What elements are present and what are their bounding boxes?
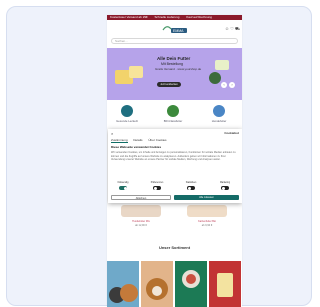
leaf-icon xyxy=(167,105,179,117)
cookie-title: Diese Webseite verwendet Cookies xyxy=(111,145,162,149)
category-treats[interactable]: Gesunde Leckerli xyxy=(107,105,147,123)
dog-cat-tile[interactable] xyxy=(107,261,139,307)
product-card[interactable]: Hundefutter Mix ab 12,90 € xyxy=(111,203,171,237)
search-placeholder: Suchen... xyxy=(115,39,128,43)
toggle-switch[interactable] xyxy=(221,186,229,190)
product-image xyxy=(187,205,227,217)
toggle-label: Statistiken xyxy=(185,182,197,184)
cart-icon[interactable]: ⛟ xyxy=(235,26,240,31)
banner-item: Kauf auf Rechnung xyxy=(186,15,212,19)
toggle-label: Präferenzen xyxy=(150,182,164,184)
hero-subtitle: Mit Bestellung xyxy=(161,62,183,66)
toggle-label: Notwendig xyxy=(117,182,129,184)
hero-title: Alle Dein Futter xyxy=(157,56,191,61)
cookie-consent-dialog: × Cookiebot Zustimmung Details Über Cook… xyxy=(108,129,242,203)
bowl-icon xyxy=(213,105,225,117)
hero-cta-button[interactable]: Jetzt entdecken xyxy=(157,82,181,87)
search-input[interactable]: Suchen... xyxy=(111,38,238,44)
banner-item: Kostenloser Versand ab 29€ xyxy=(110,15,148,19)
toggle-necessary[interactable]: Notwendig xyxy=(111,182,135,190)
tab-about[interactable]: Über Cookies xyxy=(148,138,166,142)
product-card[interactable]: Katzenfutter Bio ab 9,90 € xyxy=(177,203,237,237)
header-icons: ☺ ♡ ⛟ xyxy=(225,26,240,32)
header: EMMA ☺ ♡ ⛟ xyxy=(107,21,242,37)
toggle-marketing[interactable]: Marketing xyxy=(213,182,237,190)
logo-text: EMMA xyxy=(173,29,184,33)
category-label: Hundefutter xyxy=(211,119,227,123)
preview-frame: Kostenloser Versand ab 29€ Schnelle Lief… xyxy=(6,6,312,307)
mobile-page: Kostenloser Versand ab 29€ Schnelle Lief… xyxy=(107,15,242,307)
product-price: ab 9,90 € xyxy=(201,224,213,227)
toggle-statistics[interactable]: Statistiken xyxy=(179,182,203,190)
cookie-body: Wir verwenden Cookies, um Inhalte und An… xyxy=(111,151,236,162)
category-row: Gesunde Leckerli BIO-Nassfutter Hundefut… xyxy=(107,105,242,127)
hero-prev-button[interactable]: ‹ xyxy=(221,82,227,88)
toggle-preferences[interactable]: Präferenzen xyxy=(145,182,169,190)
heart-icon[interactable]: ♡ xyxy=(230,26,234,31)
category-label: BIO-Nassfutter xyxy=(163,119,183,123)
tab-consent[interactable]: Zustimmung xyxy=(111,138,128,143)
category-label: Gesunde Leckerli xyxy=(116,119,138,123)
toggle-switch[interactable] xyxy=(187,186,195,190)
section-title: Unser Sortiment xyxy=(158,245,191,250)
user-icon[interactable]: ☺ xyxy=(225,26,229,31)
tab-details[interactable]: Details xyxy=(133,138,142,142)
logo[interactable]: EMMA xyxy=(159,23,189,35)
toggle-switch[interactable] xyxy=(153,186,161,190)
tile-grid xyxy=(107,261,242,307)
treat-icon xyxy=(121,105,133,117)
banner-item: Schnelle Lieferung xyxy=(154,15,180,19)
dog-tile[interactable] xyxy=(141,261,173,307)
cookie-brand: Cookiebot xyxy=(224,131,239,135)
product-price: ab 12,90 € xyxy=(135,224,147,227)
deny-button[interactable]: Ablehnen xyxy=(111,195,171,200)
category-bio[interactable]: BIO-Nassfutter xyxy=(153,105,193,123)
product-name: Hundefutter Mix xyxy=(132,220,150,223)
cookie-toggles: Notwendig Präferenzen Statistiken Market… xyxy=(111,182,239,192)
hero-banner[interactable]: Alle Dein Futter Mit Bestellung Gratis V… xyxy=(107,48,242,100)
hero-detail: Gratis Versand · www.yourshop.de xyxy=(155,67,202,71)
toggle-label: Marketing xyxy=(219,182,231,184)
category-dogfood[interactable]: Hundefutter xyxy=(199,105,239,123)
product-image xyxy=(121,205,161,217)
toggle-switch[interactable] xyxy=(119,186,127,190)
food-bowl-tile[interactable] xyxy=(175,261,207,307)
hero-product-image xyxy=(115,66,143,84)
hero-next-button[interactable]: › xyxy=(229,82,235,88)
product-row: Hundefutter Mix ab 12,90 € Katzenfutter … xyxy=(107,203,242,237)
top-banner: Kostenloser Versand ab 29€ Schnelle Lief… xyxy=(107,15,242,20)
close-icon[interactable]: × xyxy=(111,131,113,136)
product-pack-tile[interactable] xyxy=(209,261,241,307)
cookie-tabs: Zustimmung Details Über Cookies xyxy=(111,138,172,143)
allow-all-button[interactable]: Alle zulassen xyxy=(174,195,239,200)
product-name: Katzenfutter Bio xyxy=(198,220,216,223)
